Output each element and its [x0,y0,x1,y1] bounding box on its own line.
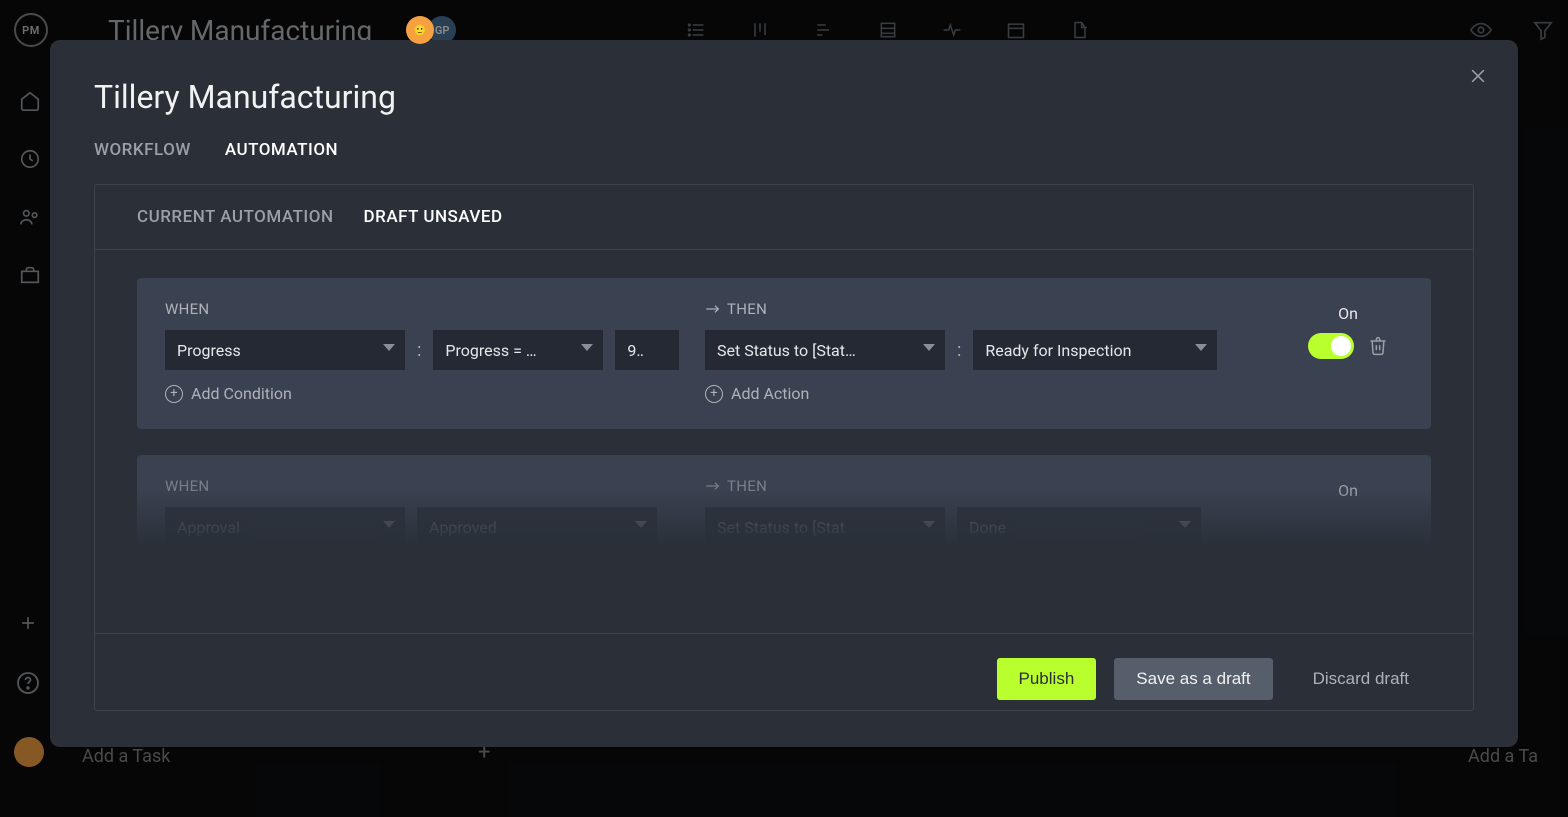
automation-modal: Tillery Manufacturing WORKFLOW AUTOMATIO… [50,40,1518,747]
chevron-down-icon [923,521,935,528]
save-draft-button[interactable]: Save as a draft [1114,658,1272,700]
chevron-down-icon [923,344,935,351]
arrow-right-icon [705,303,721,315]
panel-sub-tabs: CURRENT AUTOMATION DRAFT UNSAVED [95,185,1473,250]
when-value-input[interactable]: 90 [615,330,679,370]
when-label: WHEN [165,300,705,318]
avatar: 🙂 [406,16,434,44]
when-field-select[interactable]: Progress [165,330,405,370]
then-action-select[interactable]: Set Status to [Stat [705,507,945,547]
then-label: THEN [705,477,1273,495]
rule-toggle[interactable] [1308,333,1354,359]
add-condition-link[interactable]: + Add Condition [165,384,705,403]
chevron-down-icon [383,521,395,528]
add-action-link[interactable]: + Add Action [705,384,1273,403]
when-operator-select[interactable]: Approved [417,507,657,547]
tab-workflow[interactable]: WORKFLOW [94,140,191,160]
chevron-down-icon [581,344,593,351]
when-label: WHEN [165,477,705,495]
automation-panel: CURRENT AUTOMATION DRAFT UNSAVED WHEN Pr… [94,184,1474,711]
automation-rule: WHEN Approval Approved THEN Set Status t… [137,455,1431,561]
colon: : [957,340,961,361]
then-action-select[interactable]: Set Status to [Stat… [705,330,945,370]
modal-tabs: WORKFLOW AUTOMATION [94,140,1474,160]
panel-footer: Publish Save as a draft Discard draft [95,633,1473,710]
then-label: THEN [705,300,1273,318]
when-operator-select[interactable]: Progress = … [433,330,603,370]
tab-draft-unsaved[interactable]: DRAFT UNSAVED [364,207,503,227]
then-value-select[interactable]: Ready for Inspection [973,330,1217,370]
colon: : [417,340,421,361]
plus-circle-icon: + [165,385,183,403]
rule-state-label: On [1338,481,1358,500]
trash-icon[interactable] [1368,335,1388,357]
plus-circle-icon: + [705,385,723,403]
arrow-right-icon [705,480,721,492]
chevron-down-icon [1195,344,1207,351]
chevron-down-icon [635,521,647,528]
when-field-select[interactable]: Approval [165,507,405,547]
panel-body: WHEN Progress : Progress = … 90 + Add Co… [95,250,1473,633]
tab-automation[interactable]: AUTOMATION [225,140,338,160]
tab-current-automation[interactable]: CURRENT AUTOMATION [137,207,334,227]
automation-rule: WHEN Progress : Progress = … 90 + Add Co… [137,278,1431,429]
close-icon[interactable] [1468,66,1488,86]
chevron-down-icon [383,344,395,351]
then-value-select[interactable]: Done [957,507,1201,547]
publish-button[interactable]: Publish [997,658,1097,700]
modal-title: Tillery Manufacturing [94,78,1474,116]
rule-state-label: On [1338,304,1358,323]
chevron-down-icon [1179,521,1191,528]
discard-draft-button[interactable]: Discard draft [1291,658,1431,700]
